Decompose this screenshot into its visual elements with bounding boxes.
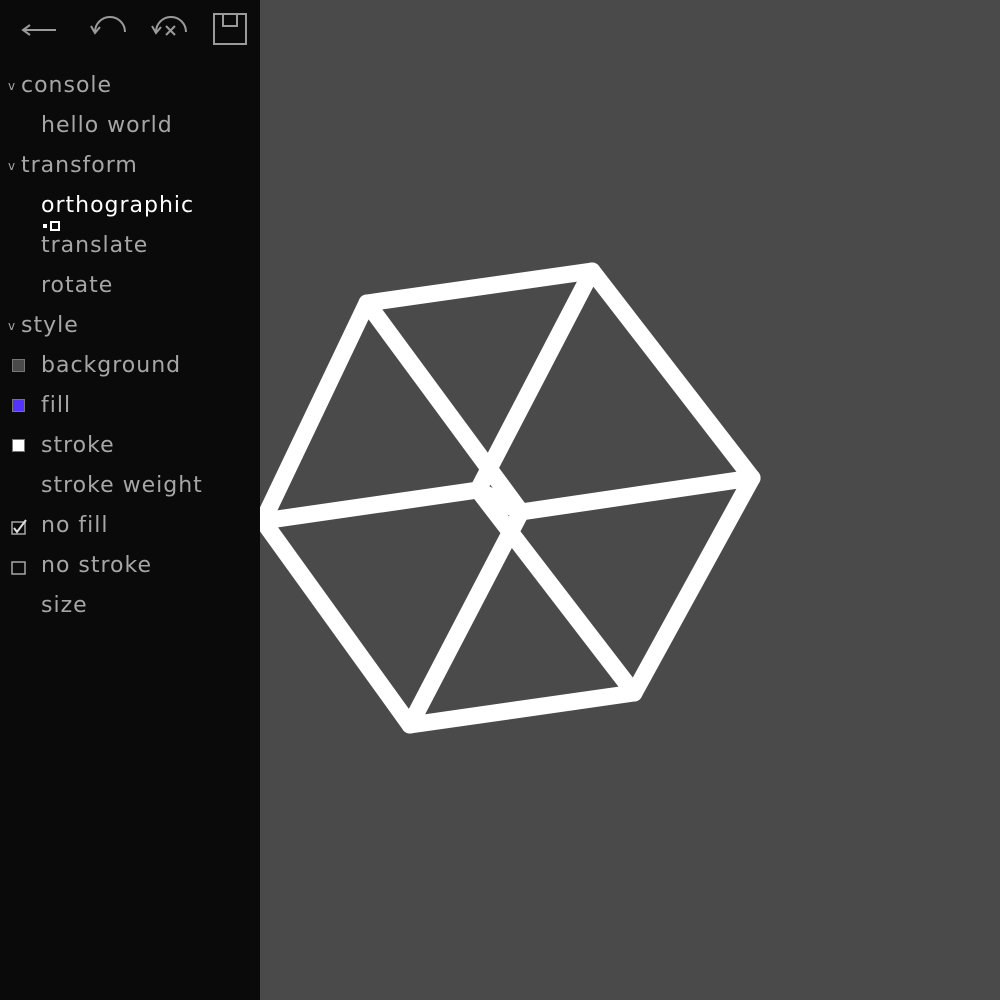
drawing-canvas[interactable] [260, 0, 1000, 1000]
style-item-label: size [41, 593, 88, 618]
undo-button[interactable] [89, 10, 129, 50]
undo-icon [90, 16, 126, 35]
cube-edge [358, 262, 601, 312]
style-item-label: fill [41, 393, 72, 418]
no-fill-checkbox[interactable] [11, 519, 27, 535]
cube-edge [469, 481, 643, 702]
section-console[interactable]: v console [0, 66, 260, 106]
chevron-down-icon: v [8, 79, 16, 93]
cube-edge [625, 469, 761, 702]
back-button[interactable] [18, 10, 58, 50]
style-item-fill[interactable]: fill [0, 386, 260, 426]
style-item-background[interactable]: background [0, 346, 260, 386]
section-transform[interactable]: v transform [0, 146, 260, 186]
cube-edge [583, 262, 761, 487]
style-item-label: stroke weight [41, 473, 203, 498]
cube-edge [401, 684, 643, 734]
save-icon [213, 13, 247, 45]
no-stroke-checkbox[interactable] [11, 559, 27, 575]
cube-edge [260, 481, 487, 530]
console-item-label: hello world [41, 113, 173, 138]
fill-swatch[interactable] [12, 399, 25, 412]
transform-item-label: rotate [41, 273, 114, 298]
transform-item-translate[interactable]: translate [0, 226, 260, 266]
stroke-swatch[interactable] [12, 439, 25, 452]
sidebar-panel: v console hello world v transform orthog… [0, 0, 260, 1000]
undo-close-icon [151, 16, 187, 36]
transform-item-orthographic[interactable]: orthographic [0, 186, 260, 231]
cube-edge [260, 294, 376, 530]
background-swatch[interactable] [12, 359, 25, 372]
style-item-label: stroke [41, 433, 115, 458]
checkbox-unchecked-icon [11, 561, 26, 575]
style-item-no-fill[interactable]: no fill [0, 506, 260, 546]
sidebar-collapse-handle[interactable] [243, 500, 260, 544]
chevron-down-icon: v [8, 159, 16, 173]
style-item-stroke-weight[interactable]: stroke weight [0, 466, 260, 506]
section-label: console [21, 73, 113, 98]
section-style[interactable]: v style [0, 306, 260, 346]
checkbox-checked-icon [11, 519, 27, 535]
wireframe-cube [260, 262, 761, 734]
cube-edge [358, 294, 530, 521]
cube-edge [512, 469, 761, 521]
style-item-no-stroke[interactable]: no stroke [0, 546, 260, 586]
console-item-hello-world[interactable]: hello world [0, 106, 260, 146]
style-item-label: no stroke [41, 553, 152, 578]
cube-edge [260, 512, 419, 734]
style-item-label: no fill [41, 513, 109, 538]
style-item-label: background [41, 353, 182, 378]
cube-edge [401, 503, 530, 734]
transform-item-rotate[interactable]: rotate [0, 266, 260, 306]
transform-item-label: translate [41, 233, 149, 258]
arrow-left-icon [21, 24, 56, 36]
section-label: transform [21, 153, 138, 178]
chevron-down-icon: v [8, 319, 16, 333]
transform-item-label: orthographic [41, 193, 195, 218]
section-label: style [21, 313, 79, 338]
save-button[interactable] [210, 10, 250, 50]
clear-button[interactable] [150, 10, 190, 50]
style-item-stroke[interactable]: stroke [0, 426, 260, 466]
style-item-size[interactable]: size [0, 586, 260, 626]
cube-edge [469, 262, 601, 499]
